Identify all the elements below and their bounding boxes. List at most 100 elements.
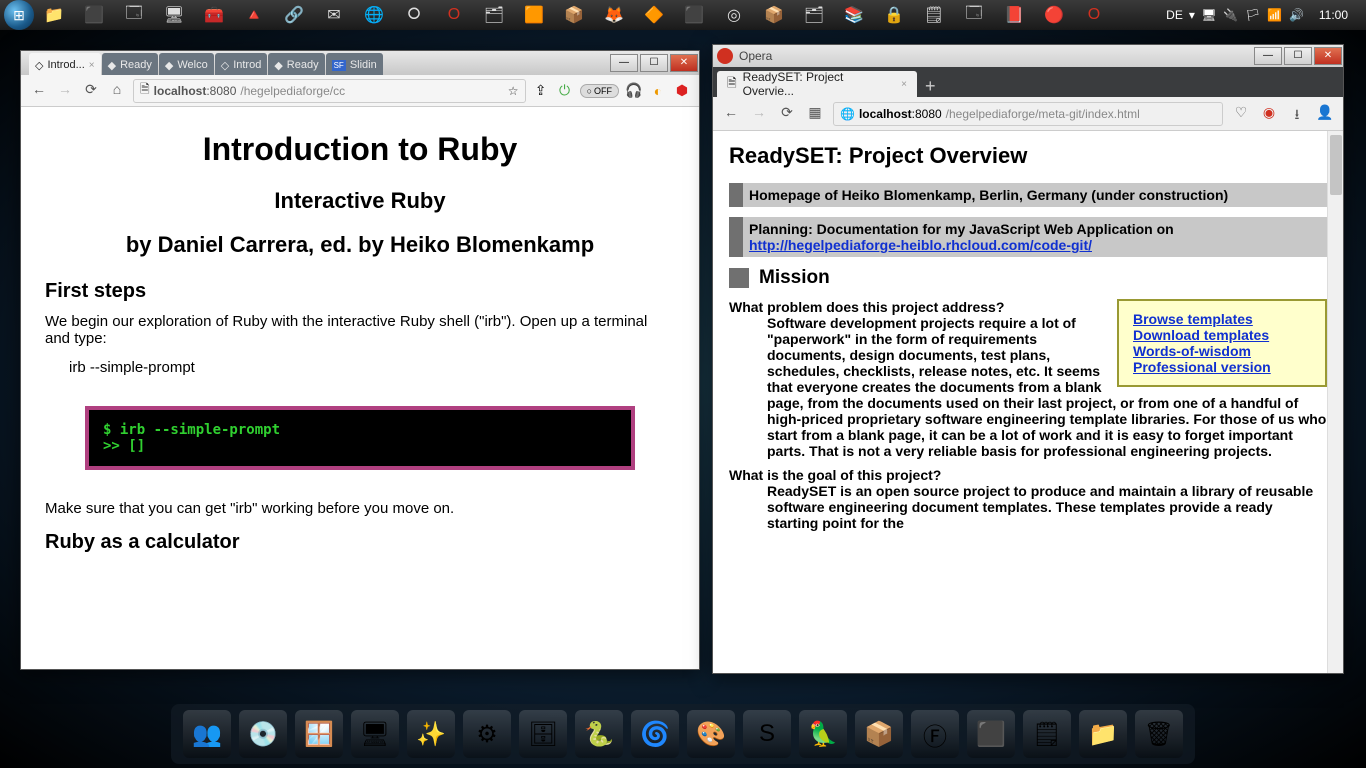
close-button[interactable]: ✕: [670, 54, 698, 72]
opera-badge-icon[interactable]: ◉: [1259, 104, 1279, 124]
ext-icon[interactable]: ◐: [649, 82, 667, 100]
taskbar-app-icon[interactable]: 🔗: [274, 1, 314, 29]
close-button[interactable]: ✕: [1314, 47, 1342, 65]
dock-icon[interactable]: ⚙: [463, 710, 511, 758]
dock-icon[interactable]: 🐍: [575, 710, 623, 758]
dock-terminal-icon[interactable]: ⬛: [967, 710, 1015, 758]
taskbar-app-icon[interactable]: 🗂: [474, 1, 514, 29]
dock-icon[interactable]: 🪟: [295, 710, 343, 758]
taskbar-app-icon[interactable]: 📦: [554, 1, 594, 29]
toggle-off[interactable]: ○ OFF: [580, 84, 619, 98]
dock-icon[interactable]: ✨: [407, 710, 455, 758]
minimize-button[interactable]: —: [610, 54, 638, 72]
dock-folder-icon[interactable]: 📁: [1079, 710, 1127, 758]
taskbar-app-icon[interactable]: ✉: [314, 1, 354, 29]
dock-icon[interactable]: Ⓕ: [911, 710, 959, 758]
dock-icon[interactable]: S: [743, 710, 791, 758]
language-indicator[interactable]: DE: [1166, 8, 1183, 22]
taskbar-chrome-icon[interactable]: ⭘: [394, 1, 434, 29]
address-bar[interactable]: 🗎 localhost:8080/hegelpediaforge/cc ☆: [133, 79, 526, 103]
chrome-tab[interactable]: ◇Introd: [215, 53, 268, 77]
taskbar-app-icon[interactable]: 🗂: [794, 1, 834, 29]
callout-link[interactable]: Download templates: [1133, 327, 1311, 343]
taskbar-app-icon[interactable]: 🧰: [194, 1, 234, 29]
power-icon[interactable]: ⏻: [556, 82, 574, 100]
chrome-tab[interactable]: ◆Ready: [102, 53, 158, 77]
minimize-button[interactable]: —: [1254, 47, 1282, 65]
taskbar-app-icon[interactable]: ⬛: [74, 1, 114, 29]
chrome-tab[interactable]: SFSlidin: [326, 53, 383, 77]
taskbar-opera-running-icon[interactable]: O: [1074, 1, 1114, 29]
chrome-tab[interactable]: ◆Welco: [159, 53, 214, 77]
taskbar-app-icon[interactable]: 🦊: [594, 1, 634, 29]
heart-icon[interactable]: ♡: [1231, 104, 1251, 124]
scrollbar[interactable]: [1327, 131, 1343, 673]
reload-button[interactable]: ⟳: [81, 81, 101, 101]
taskbar-app-icon[interactable]: 🌐: [354, 1, 394, 29]
taskbar-app-icon[interactable]: 📁: [34, 1, 74, 29]
taskbar-app-icon[interactable]: 📚: [834, 1, 874, 29]
tab-close-icon[interactable]: ×: [89, 60, 95, 71]
chrome-tab-active[interactable]: ◇Introd...×: [29, 53, 101, 77]
taskbar-app-icon[interactable]: 🗔: [954, 1, 994, 29]
taskbar-app-icon[interactable]: 🖥: [154, 1, 194, 29]
forward-button[interactable]: →: [749, 104, 769, 124]
taskbar-app-icon[interactable]: 🔒: [874, 1, 914, 29]
tray-dropdown-icon[interactable]: ▾: [1189, 8, 1195, 22]
banner-link[interactable]: http://hegelpediaforge-heiblo.rhcloud.co…: [749, 237, 1092, 253]
dock-icon[interactable]: 🗄: [519, 710, 567, 758]
opera-titlebar[interactable]: Opera — ☐ ✕: [713, 45, 1343, 67]
forward-button[interactable]: →: [55, 81, 75, 101]
share-icon[interactable]: ⇪: [532, 82, 550, 100]
clock[interactable]: 11:00: [1311, 8, 1356, 22]
opera-tab-active[interactable]: 🗎ReadySET: Project Overvie...×: [717, 71, 917, 97]
headphones-icon[interactable]: 🎧: [625, 82, 643, 100]
back-button[interactable]: ←: [721, 104, 741, 124]
taskbar-app-icon[interactable]: 🔺: [234, 1, 274, 29]
tray-icon[interactable]: 🖥: [1201, 7, 1217, 23]
taskbar-app-icon[interactable]: 🟧: [514, 1, 554, 29]
star-icon[interactable]: ☆: [508, 84, 519, 98]
maximize-button[interactable]: ☐: [640, 54, 668, 72]
chrome-tab[interactable]: ◆Ready: [268, 53, 324, 77]
tray-battery-icon[interactable]: 🔌: [1223, 7, 1239, 23]
taskbar-app-icon[interactable]: 🔴: [1034, 1, 1074, 29]
address-bar[interactable]: 🌐 localhost:8080/hegelpediaforge/meta-gi…: [833, 102, 1223, 126]
taskbar-opera-icon[interactable]: O: [434, 1, 474, 29]
dock-virtualbox-icon[interactable]: 📦: [855, 710, 903, 758]
taskbar-app-icon[interactable]: 📦: [754, 1, 794, 29]
tray-flag-icon[interactable]: 🏳: [1245, 7, 1261, 23]
dock-trash-icon[interactable]: 🗑: [1135, 710, 1183, 758]
chrome-titlebar[interactable]: ◇Introd...× ◆Ready ◆Welco ◇Introd ◆Ready…: [21, 51, 699, 75]
tab-close-icon[interactable]: ×: [901, 79, 907, 90]
new-tab-button[interactable]: +: [917, 76, 944, 97]
tray-volume-icon[interactable]: 🔊: [1289, 7, 1305, 23]
start-button[interactable]: [4, 0, 34, 30]
callout-link[interactable]: Words-of-wisdom: [1133, 343, 1311, 359]
taskbar-app-icon[interactable]: 🗒: [914, 1, 954, 29]
callout-link[interactable]: Professional version: [1133, 359, 1311, 375]
dock-icon[interactable]: 🌀: [631, 710, 679, 758]
dock-icon[interactable]: 🦜: [799, 710, 847, 758]
taskbar-app-icon[interactable]: 📕: [994, 1, 1034, 29]
dock-icon[interactable]: 🗒: [1023, 710, 1071, 758]
adblock-icon[interactable]: ⬢: [673, 82, 691, 100]
speed-dial-button[interactable]: ▦: [805, 104, 825, 124]
taskbar-app-icon[interactable]: 🗔: [114, 1, 154, 29]
dock-icon[interactable]: 💿: [239, 710, 287, 758]
dock-icon[interactable]: 🖥: [351, 710, 399, 758]
maximize-button[interactable]: ☐: [1284, 47, 1312, 65]
home-button[interactable]: ⌂: [107, 81, 127, 101]
taskbar-app-icon[interactable]: ⬛: [674, 1, 714, 29]
dock-icon[interactable]: 👥: [183, 710, 231, 758]
taskbar-vlc-icon[interactable]: 🔶: [634, 1, 674, 29]
reload-button[interactable]: ⟳: [777, 104, 797, 124]
taskbar-steam-icon[interactable]: ◎: [714, 1, 754, 29]
callout-link[interactable]: Browse templates: [1133, 311, 1311, 327]
back-button[interactable]: ←: [29, 81, 49, 101]
dock-icon[interactable]: 🎨: [687, 710, 735, 758]
tray-icon[interactable]: 📶: [1267, 7, 1283, 23]
download-icon[interactable]: ⭳: [1287, 104, 1307, 124]
scrollbar-thumb[interactable]: [1330, 135, 1342, 195]
profile-icon[interactable]: 👤: [1315, 104, 1335, 124]
